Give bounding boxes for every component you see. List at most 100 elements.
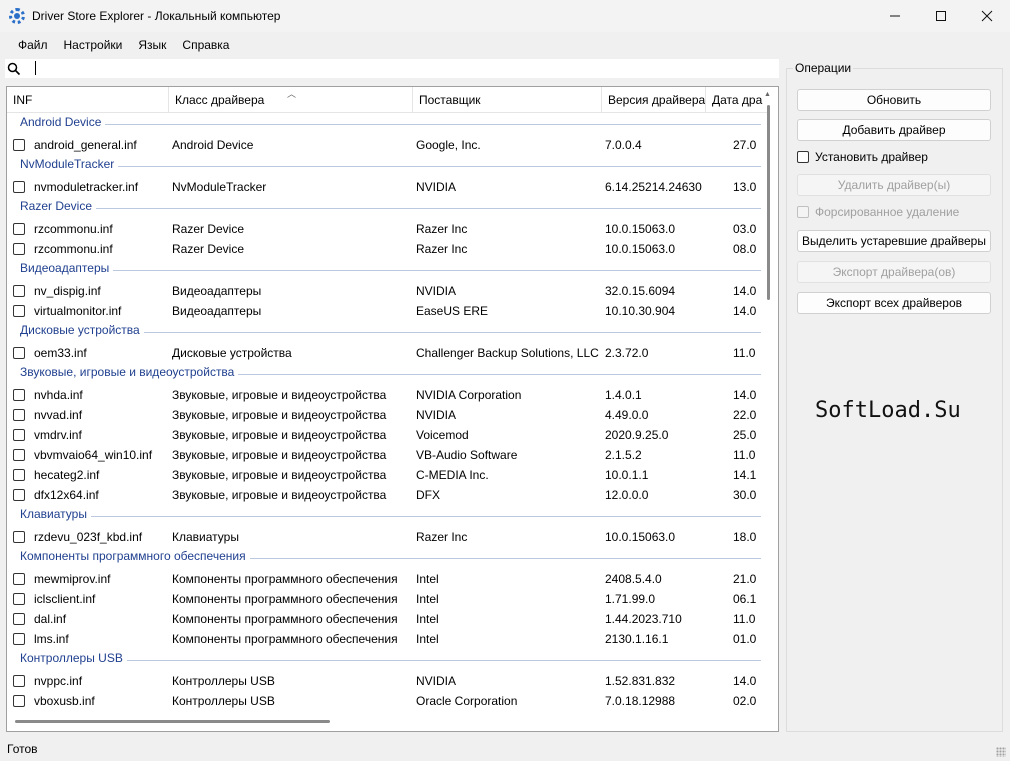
- driver-list[interactable]: INF Класс драйвера Поставщик Версия драй…: [6, 86, 779, 732]
- version-cell: 10.0.15063.0: [605, 530, 676, 544]
- row-checkbox[interactable]: [13, 243, 25, 255]
- menu-settings[interactable]: Настройки: [56, 33, 131, 57]
- row-checkbox[interactable]: [13, 633, 25, 645]
- row-checkbox[interactable]: [13, 285, 25, 297]
- driver-row[interactable]: lms.inf Компоненты программного обеспечен…: [7, 629, 761, 649]
- driver-row[interactable]: nvvad.inf Звуковые, игровые и видеоустрой…: [7, 405, 761, 425]
- class-cell: Компоненты программного обеспечения: [172, 632, 398, 646]
- provider-cell: C-MEDIA Inc.: [416, 468, 489, 482]
- driver-row[interactable]: android_general.inf Android Device Google,…: [7, 135, 761, 155]
- menu-help[interactable]: Справка: [174, 33, 237, 57]
- column-version[interactable]: Версия драйвера: [602, 87, 706, 113]
- driver-row[interactable]: hecateg2.inf Звуковые, игровые и видеоуст…: [7, 465, 761, 485]
- row-checkbox[interactable]: [13, 305, 25, 317]
- scroll-up-icon[interactable]: ▲: [764, 91, 771, 98]
- window-title: Driver Store Explorer - Локальный компью…: [32, 9, 281, 23]
- driver-row[interactable]: dal.inf Компоненты программного обеспечен…: [7, 609, 761, 629]
- driver-row[interactable]: rzcommonu.inf Razer Device Razer Inc 10.0.1…: [7, 219, 761, 239]
- export-driver-button[interactable]: Экспорт драйвера(ов): [797, 261, 991, 283]
- provider-cell: Oracle Corporation: [416, 694, 518, 708]
- group-header[interactable]: Компоненты программного обеспечения: [7, 547, 761, 569]
- row-checkbox[interactable]: [13, 531, 25, 543]
- driver-row[interactable]: nv_dispig.inf Видеоадаптеры NVIDIA 32.0.15.…: [7, 281, 761, 301]
- column-provider[interactable]: Поставщик: [413, 87, 602, 113]
- group-divider: [21, 270, 761, 271]
- provider-cell: NVIDIA Corporation: [416, 388, 522, 402]
- inf-cell: rzdevu_023f_kbd.inf: [34, 530, 143, 544]
- row-checkbox[interactable]: [13, 675, 25, 687]
- row-checkbox[interactable]: [13, 469, 25, 481]
- group-header[interactable]: Звуковые, игровые и видеоустройства: [7, 363, 761, 385]
- checkbox-box[interactable]: [797, 151, 809, 163]
- vertical-scroll-thumb[interactable]: [767, 105, 770, 300]
- force-delete-checkbox[interactable]: Форсированное удаление: [797, 204, 959, 220]
- row-checkbox[interactable]: [13, 695, 25, 707]
- inf-cell: android_general.inf: [34, 138, 137, 152]
- inf-cell: hecateg2.inf: [34, 468, 100, 482]
- group-header[interactable]: Android Device: [7, 113, 761, 135]
- driver-row[interactable]: rzdevu_023f_kbd.inf Клавиатуры Razer Inc 10…: [7, 527, 761, 547]
- driver-row[interactable]: nvhda.inf Звуковые, игровые и видеоустрой…: [7, 385, 761, 405]
- export-all-button[interactable]: Экспорт всех драйверов: [797, 292, 991, 314]
- provider-cell: Challenger Backup Solutions, LLC: [416, 346, 599, 360]
- driver-row[interactable]: vbvmvaio64_win10.inf Звуковые, игровые и …: [7, 445, 761, 465]
- group-label: Клавиатуры: [20, 507, 91, 521]
- row-checkbox[interactable]: [13, 449, 25, 461]
- driver-row[interactable]: rzcommonu.inf Razer Device Razer Inc 10.0.1…: [7, 239, 761, 259]
- driver-row[interactable]: virtualmonitor.inf Видеоадаптеры EaseUS ER…: [7, 301, 761, 321]
- provider-cell: Razer Inc: [416, 242, 468, 256]
- version-cell: 2.1.5.2: [605, 448, 642, 462]
- row-checkbox[interactable]: [13, 593, 25, 605]
- delete-driver-button[interactable]: Удалить драйвер(ы): [797, 174, 991, 196]
- class-cell: Звуковые, игровые и видеоустройства: [172, 428, 387, 442]
- column-inf[interactable]: INF: [7, 87, 169, 113]
- row-checkbox[interactable]: [13, 489, 25, 501]
- row-checkbox[interactable]: [13, 181, 25, 193]
- inf-cell: rzcommonu.inf: [34, 242, 113, 256]
- refresh-button[interactable]: Обновить: [797, 89, 991, 111]
- add-driver-button[interactable]: Добавить драйвер: [797, 119, 991, 141]
- column-date[interactable]: Дата дра: [706, 87, 767, 113]
- row-checkbox[interactable]: [13, 389, 25, 401]
- driver-row[interactable]: dfx12x64.inf Звуковые, игровые и видеоуст…: [7, 485, 761, 505]
- group-label: Android Device: [20, 115, 106, 129]
- group-header[interactable]: NvModuleTracker: [7, 155, 761, 177]
- minimize-button[interactable]: [872, 0, 918, 32]
- row-checkbox[interactable]: [13, 409, 25, 421]
- checkbox-box[interactable]: [797, 206, 809, 218]
- row-checkbox[interactable]: [13, 429, 25, 441]
- menu-language[interactable]: Язык: [130, 33, 174, 57]
- group-label: Видеоадаптеры: [20, 261, 114, 275]
- driver-row[interactable]: iclsclient.inf Компоненты программного об…: [7, 589, 761, 609]
- row-checkbox[interactable]: [13, 139, 25, 151]
- menu-file[interactable]: Файл: [10, 33, 56, 57]
- horizontal-scroll-thumb[interactable]: [15, 720, 330, 723]
- driver-row[interactable]: vmdrv.inf Звуковые, игровые и видеоустрой…: [7, 425, 761, 445]
- group-header[interactable]: Razer Device: [7, 197, 761, 219]
- group-header[interactable]: Видеоадаптеры: [7, 259, 761, 281]
- version-cell: 10.0.15063.0: [605, 242, 676, 256]
- driver-row[interactable]: nvmoduletracker.inf NvModuleTracker NVIDIA…: [7, 177, 761, 197]
- search-input[interactable]: [23, 60, 779, 77]
- driver-row[interactable]: vboxusb.inf Контроллеры USB Oracle Corpora…: [7, 691, 761, 711]
- maximize-button[interactable]: [918, 0, 964, 32]
- version-cell: 32.0.15.6094: [605, 284, 676, 298]
- row-checkbox[interactable]: [13, 573, 25, 585]
- select-old-drivers-button[interactable]: Выделить устаревшие драйверы: [797, 230, 991, 252]
- group-header[interactable]: Клавиатуры: [7, 505, 761, 527]
- install-driver-checkbox[interactable]: Установить драйвер: [797, 149, 928, 165]
- class-cell: Компоненты программного обеспечения: [172, 612, 398, 626]
- search-bar: [5, 59, 779, 78]
- row-checkbox[interactable]: [13, 223, 25, 235]
- group-header[interactable]: Дисковые устройства: [7, 321, 761, 343]
- close-button[interactable]: [964, 0, 1010, 32]
- group-header[interactable]: Контроллеры USB: [7, 649, 761, 671]
- driver-row[interactable]: mewmiprov.inf Компоненты программного обе…: [7, 569, 761, 589]
- resize-grip-icon[interactable]: [996, 747, 1006, 757]
- class-cell: Звуковые, игровые и видеоустройства: [172, 448, 387, 462]
- row-checkbox[interactable]: [13, 613, 25, 625]
- version-cell: 2408.5.4.0: [605, 572, 662, 586]
- driver-row[interactable]: nvppc.inf Контроллеры USB NVIDIA 1.52.831.8…: [7, 671, 761, 691]
- row-checkbox[interactable]: [13, 347, 25, 359]
- driver-row[interactable]: oem33.inf Дисковые устройства Challenger B…: [7, 343, 761, 363]
